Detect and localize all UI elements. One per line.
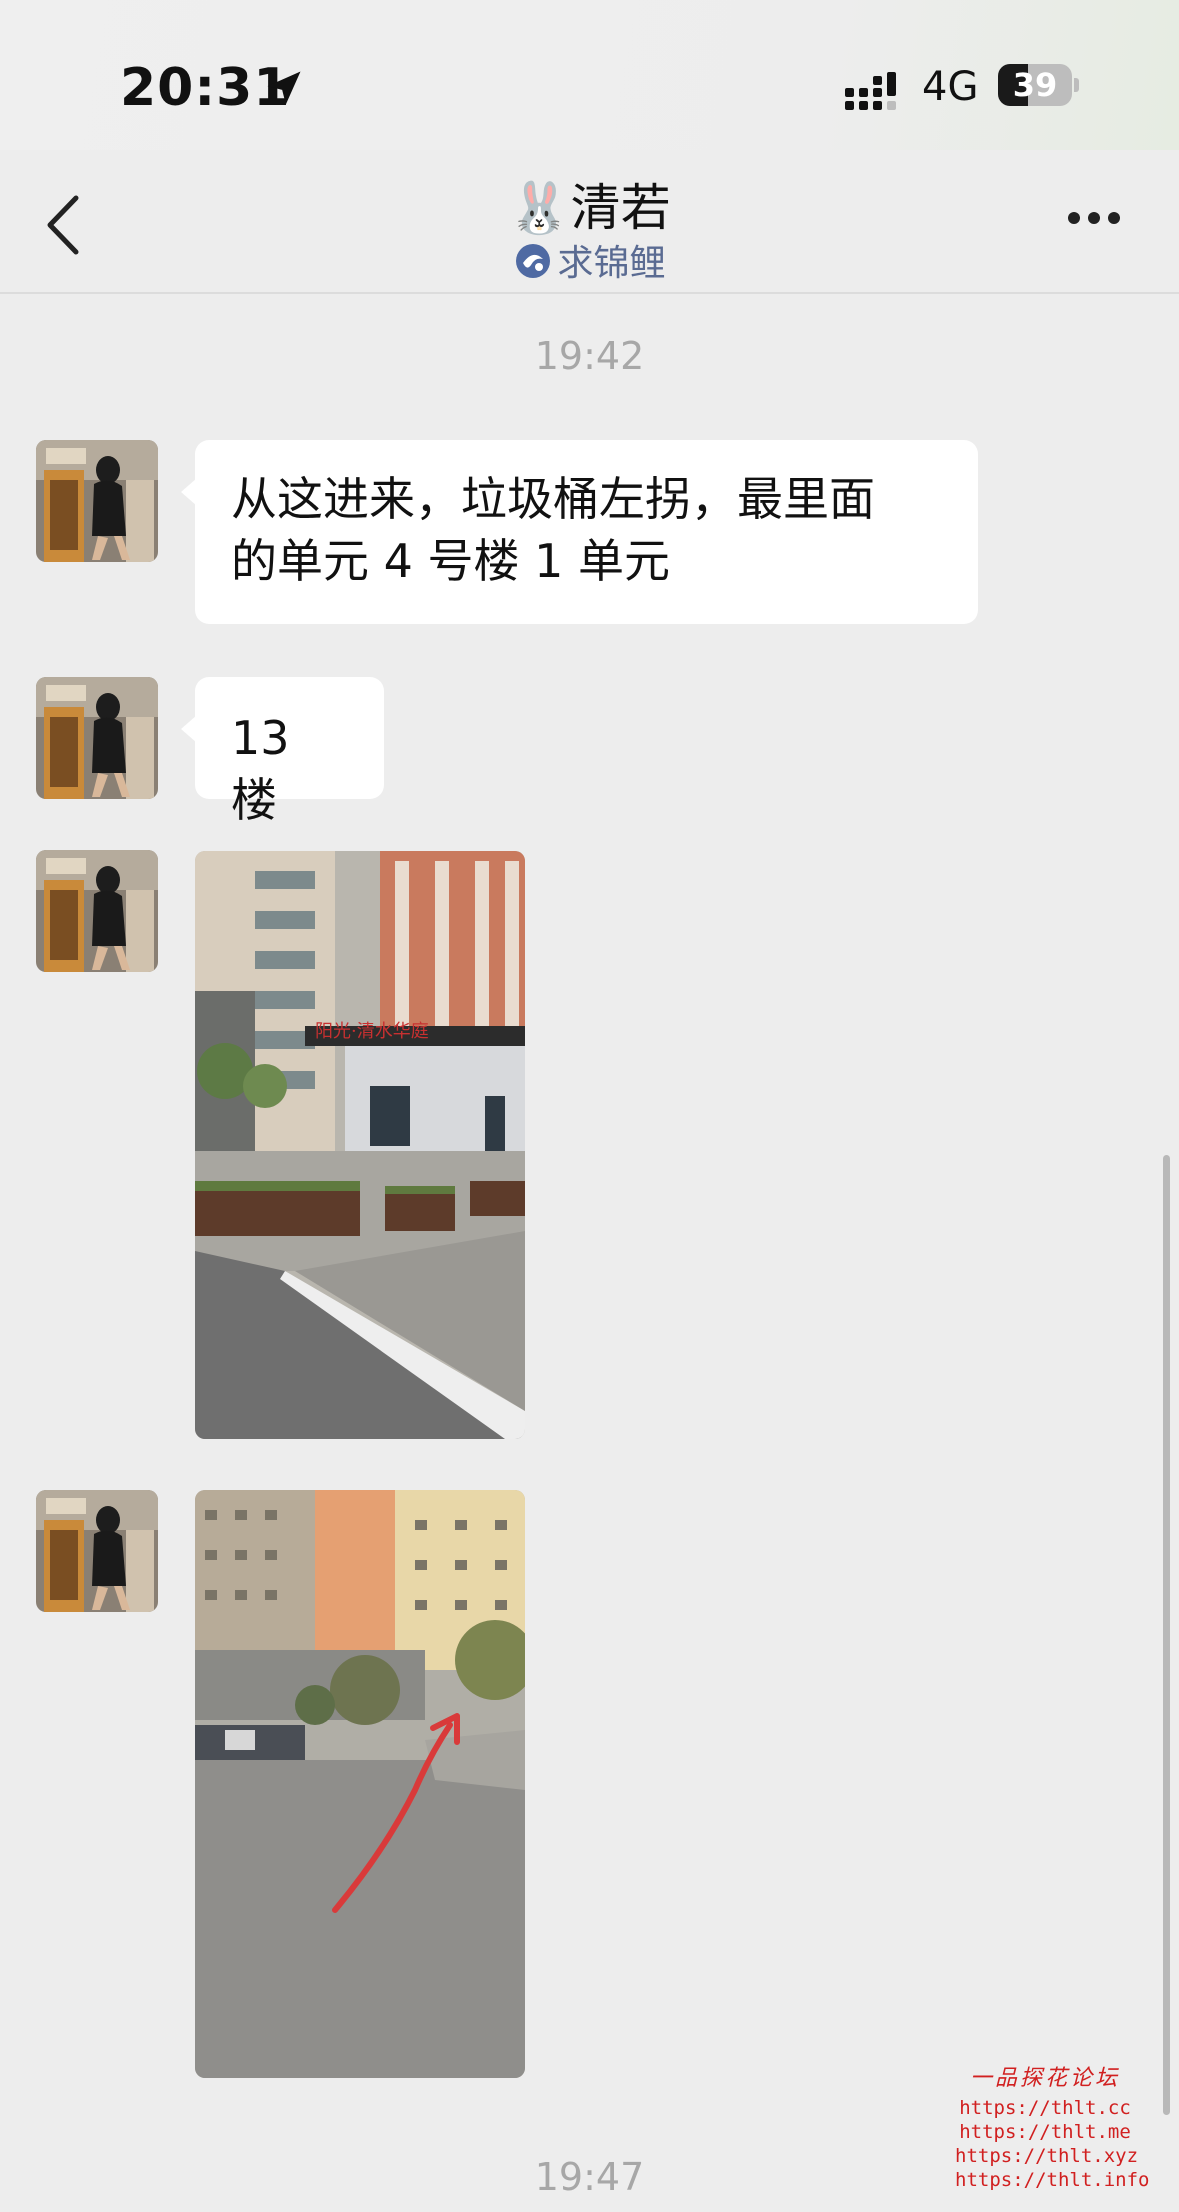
photo-image [195,1490,525,2078]
battery-level: 39 [1012,66,1058,104]
chat-status-text: 求锦鲤 [557,243,666,284]
message-bubble[interactable]: 从这进来，垃圾桶左拐，最里面 的单元 4 号楼 1 单元 [181,440,978,624]
chat-header: 🐰清若 求锦鲤 [0,150,1179,294]
more-dots-icon[interactable] [1064,202,1124,232]
avatar-image [36,440,158,562]
avatar[interactable] [36,677,158,799]
watermark-link: https://thlt.me [959,2121,1131,2143]
chat-status: 求锦鲤 [0,234,1179,286]
watermark-link: https://thlt.xyz [955,2145,1139,2167]
location-arrow-icon [267,71,301,105]
koi-status-icon [516,244,551,278]
image-message[interactable] [195,1490,525,2078]
watermark: 一品探花论坛 https://thlt.cc https://thlt.me h… [955,2060,1150,2192]
status-bar: 20:31 4G 39 [0,0,1179,150]
signal-icon [845,72,896,110]
photo-image: 阳光·清水华庭 [195,851,525,1439]
message-text-line: 的单元 4 号楼 1 单元 [231,534,671,588]
chat-title[interactable]: 🐰清若 [0,168,1179,240]
message-bubble[interactable]: 13 楼 [181,677,384,827]
avatar-image [36,1490,158,1612]
message-text-line: 13 楼 [231,711,290,827]
scrollbar[interactable] [1163,1155,1170,2115]
battery-icon: 39 [998,64,1079,106]
message-text-line: 从这进来，垃圾桶左拐，最里面 [231,472,875,526]
avatar-image [36,850,158,972]
message-timestamp: 19:42 [534,334,645,378]
avatar-image [36,677,158,799]
avatar[interactable] [36,1490,158,1612]
watermark-title: 一品探花论坛 [969,2066,1120,2091]
watermark-link: https://thlt.cc [959,2097,1131,2119]
avatar[interactable] [36,440,158,562]
svg-text:阳光·清水华庭: 阳光·清水华庭 [315,1021,429,1042]
avatar[interactable] [36,850,158,972]
watermark-link: https://thlt.info [955,2169,1150,2191]
image-message[interactable]: 阳光·清水华庭 [195,851,525,1439]
network-type: 4G [922,64,979,110]
